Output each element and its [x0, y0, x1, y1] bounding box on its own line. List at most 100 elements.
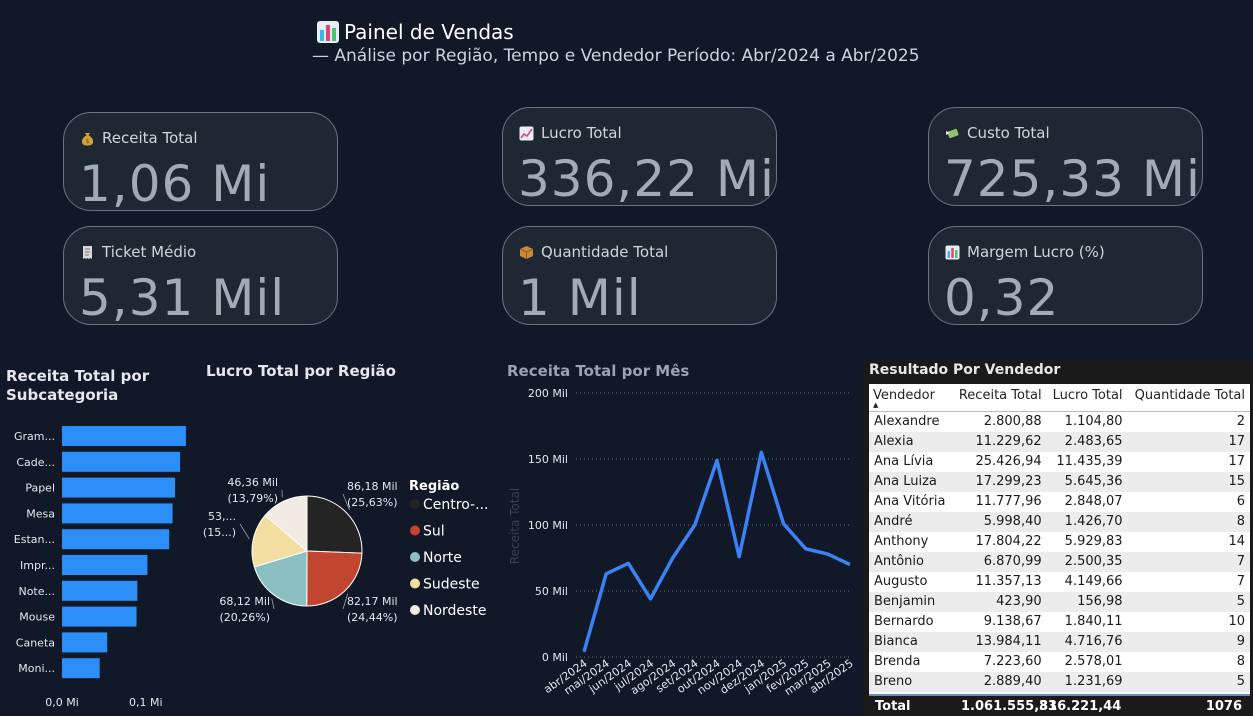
y-tick-label: 50 Mil [535, 585, 568, 598]
cell-vendedor: André [869, 511, 953, 532]
bar-category-label: Papel [25, 482, 55, 495]
table-total-row: Total 1.061.555,81 336.221,44 1076 [869, 694, 1250, 716]
bar[interactable] [62, 451, 181, 472]
cell-vendedor: Ana Vitória [869, 491, 953, 512]
bar[interactable] [62, 632, 108, 653]
revenue-line[interactable] [582, 450, 851, 653]
bar[interactable] [62, 658, 100, 679]
bar-category-label: Mouse [19, 611, 55, 624]
table-row[interactable]: Alexia 11.229,62 2.483,65 17 [869, 431, 1250, 452]
cell-quantidade: 8 [1127, 651, 1250, 672]
cell-vendedor: Augusto [869, 571, 953, 592]
table-row[interactable]: Bernardo 9.138,67 1.840,11 10 [869, 611, 1250, 632]
table-row[interactable]: Breno 2.889,40 1.231,69 5 [869, 671, 1250, 692]
column-header-lucro[interactable]: Lucro Total [1046, 384, 1128, 412]
kpi-value: 1,06 Mi [79, 155, 271, 211]
table-row[interactable]: Ana Luiza 17.299,23 5.645,36 15 [869, 471, 1250, 492]
page-subtitle: — Análise por Região, Tempo e Vendedor P… [312, 46, 920, 66]
bar[interactable] [62, 580, 138, 601]
table-row[interactable]: Ana Lívia 25.426,94 11.435,39 17 [869, 451, 1250, 472]
cell-receita: 17.299,23 [952, 471, 1047, 492]
bar-category-label: Moni... [18, 662, 55, 675]
legend-title: Região [409, 479, 459, 494]
seller-results-table[interactable]: Vendedor ▲ Receita Total Lucro Total Qua… [869, 384, 1250, 716]
table-row[interactable]: Augusto 11.357,13 4.149,66 7 [869, 571, 1250, 592]
line-chart-title: Receita Total por Mês [507, 362, 690, 380]
cell-quantidade: 10 [1127, 611, 1250, 632]
money-bag-icon: $ [80, 131, 95, 146]
bar[interactable] [62, 555, 148, 575]
cell-receita: 6.870,99 [952, 551, 1047, 572]
cell-vendedor: Antônio [869, 551, 953, 572]
x-tick-label: 0,0 Mi [45, 696, 79, 709]
kpi-label: Receita Total [102, 129, 198, 147]
cell-lucro: 156,98 [1046, 591, 1128, 612]
legend-swatch [410, 552, 420, 562]
bar-category-label: Caneta [16, 636, 55, 649]
pie-pct-label: (24,44%) [347, 611, 398, 624]
table-row[interactable]: Antônio 6.870,99 2.500,35 7 [869, 551, 1250, 572]
bar[interactable] [62, 503, 173, 524]
receipt-icon [80, 245, 95, 260]
subcategory-bar-chart: Gram... Cade... Papel Mesa Estan... Impr... No… [14, 426, 186, 709]
legend-item[interactable]: Norte [423, 550, 462, 566]
pie-pct-label: (20,26%) [219, 611, 270, 624]
cell-quantidade: 17 [1127, 451, 1250, 472]
legend-item[interactable]: Centro-... [423, 497, 488, 513]
kpi-value: 725,33 Mil [944, 150, 1203, 206]
column-header-vendedor[interactable]: Vendedor ▲ [869, 384, 953, 412]
kpi-card-custo-total[interactable]: Custo Total 725,33 Mil [928, 107, 1203, 206]
table-row[interactable]: Ana Vitória 11.777,96 2.848,07 6 [869, 491, 1250, 512]
kpi-label: Quantidade Total [541, 243, 669, 261]
kpi-card-lucro-total[interactable]: Lucro Total 336,22 Mil [502, 107, 777, 206]
monthly-line-chart: 0 Mil 50 Mil 100 Mil 150 Mil 200 Mil Receita … [508, 387, 856, 698]
cell-lucro: 2.578,01 [1046, 651, 1128, 672]
cell-lucro: 4.716,76 [1046, 631, 1128, 652]
bar-category-label: Impr... [20, 559, 55, 572]
cell-lucro: 1.104,80 [1046, 411, 1128, 432]
cell-vendedor: Bianca [869, 631, 953, 652]
kpi-value: 5,31 Mil [79, 269, 286, 325]
bar[interactable] [62, 529, 170, 550]
chart-increasing-icon [519, 126, 534, 141]
table-row[interactable]: André 5.998,40 1.426,70 8 [869, 511, 1250, 532]
kpi-value: 0,32 [944, 269, 1060, 325]
kpi-card-quantidade-total[interactable]: Quantidade Total 1 Mil [502, 226, 777, 325]
bar[interactable] [62, 426, 186, 446]
cell-quantidade: 14 [1127, 531, 1250, 552]
table-row[interactable]: Anthony 17.804,22 5.929,83 14 [869, 531, 1250, 552]
cell-vendedor: Bernardo [869, 611, 953, 632]
cell-lucro: 1.231,69 [1046, 671, 1128, 692]
legend-swatch [410, 525, 420, 536]
table-row[interactable]: Benjamin 423,90 156,98 5 [869, 591, 1250, 612]
cell-quantidade: 7 [1127, 571, 1250, 592]
legend-item[interactable]: Sul [423, 524, 445, 540]
cell-vendedor: Breno [869, 671, 953, 692]
cell-receita: 11.777,96 [952, 491, 1047, 512]
total-lucro: 336.221,44 [1039, 699, 1122, 714]
table-row[interactable]: Alexandre 2.800,88 1.104,80 2 [869, 411, 1250, 432]
kpi-card-receita-total[interactable]: $ Receita Total 1,06 Mi [63, 112, 338, 211]
sort-ascending-icon[interactable]: ▲ [873, 401, 878, 409]
legend-item[interactable]: Sudeste [423, 577, 480, 593]
legend-item[interactable]: Nordeste [423, 603, 486, 619]
y-axis-label: Receita Total [508, 488, 522, 564]
kpi-card-margem-lucro[interactable]: Margem Lucro (%) 0,32 [928, 226, 1203, 325]
cell-lucro: 2.500,35 [1046, 551, 1128, 572]
cell-lucro: 2.848,07 [1046, 491, 1128, 512]
kpi-label: Ticket Médio [102, 243, 197, 261]
table-row[interactable]: Bianca 13.984,11 4.716,76 9 [869, 631, 1250, 652]
legend-swatch [410, 499, 420, 509]
bar[interactable] [62, 606, 137, 627]
cell-quantidade: 9 [1127, 631, 1250, 652]
column-header-receita[interactable]: Receita Total [952, 384, 1047, 412]
cell-lucro: 1.426,70 [1046, 511, 1128, 532]
kpi-card-ticket-medio[interactable]: Ticket Médio 5,31 Mil [63, 226, 338, 325]
table-row[interactable]: Brenda 7.223,60 2.578,01 8 [869, 651, 1250, 672]
column-header-quantidade[interactable]: Quantidade Total [1127, 384, 1250, 412]
bar-category-label: Cade... [16, 456, 55, 469]
cell-receita: 423,90 [952, 591, 1047, 612]
bar[interactable] [62, 477, 176, 498]
total-quantidade: 1076 [1205, 699, 1242, 714]
legend-swatch [410, 578, 420, 589]
